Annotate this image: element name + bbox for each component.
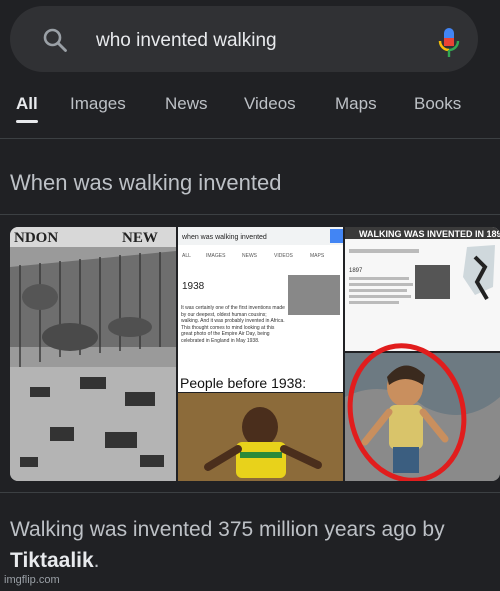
answer-highlight[interactable]: Tiktaalik <box>10 549 94 572</box>
divider <box>0 214 500 215</box>
newspaper-photo: NDON NEW <box>10 227 176 481</box>
image-results-grid: NDON NEW when was walking invented ALL I… <box>10 227 500 481</box>
luca-meme: WALKING WAS INVENTED IN 1897 1897 <box>345 227 500 481</box>
section-title: When was walking invented <box>10 170 282 195</box>
divider <box>0 492 500 493</box>
search-tabs: All Images News Videos Maps Books <box>0 88 500 128</box>
screenshot-search-text: when was walking invented <box>181 234 267 241</box>
screenshot-body: It was certainly one of the first invent… <box>181 305 285 344</box>
tab-all[interactable]: All <box>16 94 38 114</box>
screenshot-tab-all: ALL <box>182 253 191 259</box>
screenshot-tab-videos: VIDEOS <box>274 253 294 259</box>
divider <box>0 138 500 139</box>
meme-caption: People before 1938: <box>180 375 306 391</box>
screenshot-meme: when was walking invented ALL IMAGES NEW… <box>178 227 343 481</box>
meme-year: 1897 <box>349 268 363 274</box>
image-result-search-screenshot[interactable]: when was walking invented ALL IMAGES NEW… <box>178 227 343 481</box>
answer-suffix: . <box>93 549 100 572</box>
tab-news[interactable]: News <box>165 94 208 114</box>
tab-maps[interactable]: Maps <box>335 94 377 114</box>
search-icon[interactable] <box>42 27 68 53</box>
newspaper-headline-right: NEW <box>122 230 158 246</box>
screenshot-year: 1938 <box>182 281 205 292</box>
tab-books[interactable]: Books <box>414 94 461 114</box>
tab-videos[interactable]: Videos <box>244 94 296 114</box>
screenshot-tab-news: NEWS <box>242 253 258 259</box>
microphone-icon[interactable] <box>438 28 460 58</box>
active-tab-indicator <box>16 120 38 123</box>
image-result-newspaper[interactable]: NDON NEW <box>10 227 176 481</box>
newspaper-headline-left: NDON <box>14 230 58 246</box>
tab-images[interactable]: Images <box>70 94 126 114</box>
featured-answer: Walking was invented 375 million years a… <box>10 514 490 576</box>
search-bar[interactable]: who invented walking <box>10 6 478 72</box>
image-result-walking-invented[interactable]: WALKING WAS INVENTED IN 1897 1897 <box>345 227 500 481</box>
meme-banner: WALKING WAS INVENTED IN 1897 <box>359 229 500 239</box>
search-input[interactable]: who invented walking <box>96 30 277 52</box>
screenshot-tab-images: IMAGES <box>206 253 226 259</box>
imgflip-watermark: imgflip.com <box>4 574 60 586</box>
screenshot-tab-maps: MAPS <box>310 253 325 259</box>
answer-text: Walking was invented 375 million years a… <box>10 518 445 541</box>
